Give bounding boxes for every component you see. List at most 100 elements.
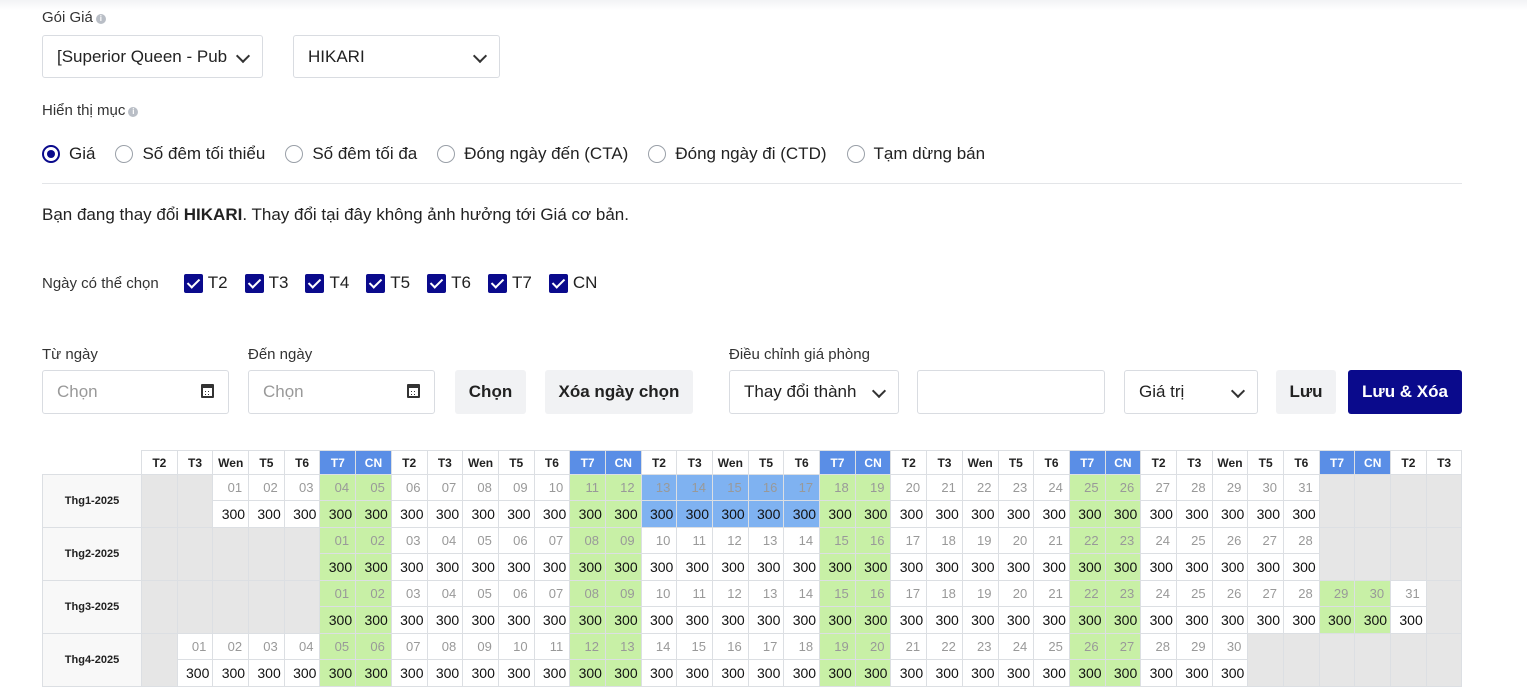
price-cell[interactable]: 300 [747,606,785,634]
day-number-cell[interactable]: 12 [569,633,606,660]
checkbox-checked-icon[interactable] [487,273,507,293]
price-cell[interactable]: 300 [890,553,928,581]
day-number-cell[interactable]: 04 [426,527,464,554]
price-cell[interactable]: 300 [1283,606,1320,634]
price-cell[interactable]: 300 [890,500,928,528]
price-cell[interactable]: 300 [854,553,892,581]
price-cell[interactable]: 300 [961,553,999,581]
day-number-cell[interactable]: 19 [819,633,856,660]
price-cell[interactable]: 300 [248,500,285,528]
price-cell[interactable]: 300 [533,606,571,634]
to-date-input[interactable]: Chọn [248,370,435,414]
day-number-cell[interactable]: 30 [1247,474,1284,501]
day-number-cell[interactable]: 02 [355,580,392,607]
day-number-cell[interactable]: 06 [390,474,428,501]
day-number-cell[interactable]: 31 [1283,474,1320,501]
day-number-cell[interactable]: 30 [1211,633,1249,660]
choose-button[interactable]: Chọn [455,370,526,414]
day-checkbox-item[interactable]: T5 [366,273,410,293]
price-cell[interactable]: 300 [747,553,785,581]
price-cell[interactable]: 300 [712,500,749,528]
price-cell[interactable]: 300 [1283,500,1320,528]
day-number-cell[interactable]: 07 [533,527,571,554]
day-number-cell[interactable]: 28 [1283,580,1320,607]
day-number-cell[interactable]: 17 [747,633,785,660]
day-number-cell[interactable]: 20 [890,474,928,501]
price-cell[interactable]: 300 [426,606,464,634]
price-cell[interactable]: 300 [426,659,464,687]
save-button[interactable]: Lưu [1276,370,1336,414]
price-cell[interactable]: 300 [497,500,535,528]
day-number-cell[interactable]: 26 [1068,633,1106,660]
day-number-cell[interactable]: 08 [462,474,499,501]
day-number-cell[interactable]: 08 [569,580,606,607]
price-cell[interactable]: 300 [533,500,571,528]
day-number-cell[interactable]: 21 [1033,527,1070,554]
day-number-cell[interactable]: 04 [283,633,321,660]
day-number-cell[interactable]: 12 [712,580,749,607]
price-cell[interactable]: 300 [355,500,392,528]
price-cell[interactable]: 300 [640,500,678,528]
value-type-select[interactable]: Giá trị [1124,370,1258,414]
day-number-cell[interactable]: 17 [890,580,928,607]
day-number-cell[interactable]: 24 [1140,580,1177,607]
price-cell[interactable]: 300 [712,606,749,634]
price-cell[interactable]: 300 [712,553,749,581]
price-cell[interactable]: 300 [212,659,250,687]
day-number-cell[interactable]: 27 [1247,527,1284,554]
price-cell[interactable]: 300 [1211,500,1249,528]
day-checkbox-item[interactable]: T4 [305,273,349,293]
price-cell[interactable]: 300 [926,500,963,528]
price-cell[interactable]: 300 [569,606,606,634]
radio-button[interactable] [115,145,134,163]
day-number-cell[interactable]: 10 [533,474,571,501]
day-number-cell[interactable]: 06 [497,580,535,607]
day-number-cell[interactable]: 10 [640,580,678,607]
room-select[interactable]: [Superior Queen - Pub [42,35,263,78]
checkbox-checked-icon[interactable] [183,273,203,293]
day-number-cell[interactable]: 24 [1033,474,1070,501]
price-cell[interactable]: 300 [462,606,499,634]
day-number-cell[interactable]: 20 [997,527,1035,554]
day-number-cell[interactable]: 11 [676,527,713,554]
price-cell[interactable]: 300 [569,553,606,581]
day-number-cell[interactable]: 10 [640,527,678,554]
price-cell[interactable]: 300 [783,606,821,634]
day-number-cell[interactable]: 26 [1104,474,1142,501]
price-cell[interactable]: 300 [783,500,821,528]
price-cell[interactable]: 300 [890,659,928,687]
day-number-cell[interactable]: 24 [1140,527,1177,554]
price-cell[interactable]: 300 [390,500,428,528]
price-cell[interactable]: 300 [212,500,250,528]
price-cell[interactable]: 300 [604,606,642,634]
day-number-cell[interactable]: 03 [390,527,428,554]
day-number-cell[interactable]: 18 [926,527,963,554]
day-number-cell[interactable]: 10 [497,633,535,660]
day-number-cell[interactable]: 05 [319,633,357,660]
day-number-cell[interactable]: 07 [426,474,464,501]
day-number-cell[interactable]: 16 [712,633,749,660]
price-cell[interactable]: 300 [1104,500,1142,528]
day-checkbox-item[interactable]: CN [548,273,597,293]
day-number-cell[interactable]: 15 [676,633,713,660]
day-number-cell[interactable]: 31 [1390,580,1427,607]
day-number-cell[interactable]: 28 [1140,633,1177,660]
price-cell[interactable]: 300 [854,500,892,528]
price-cell[interactable]: 300 [640,606,678,634]
price-cell[interactable]: 300 [1033,659,1070,687]
price-cell[interactable]: 300 [1068,606,1106,634]
day-number-cell[interactable]: 20 [854,633,892,660]
price-cell[interactable]: 300 [1211,606,1249,634]
day-number-cell[interactable]: 03 [283,474,321,501]
day-number-cell[interactable]: 01 [212,474,250,501]
price-cell[interactable]: 300 [1211,659,1249,687]
radio-button[interactable] [285,145,304,163]
price-cell[interactable]: 300 [1104,553,1142,581]
price-cell[interactable]: 300 [283,500,321,528]
day-number-cell[interactable]: 23 [961,633,999,660]
day-number-cell[interactable]: 19 [961,527,999,554]
price-cell[interactable]: 300 [997,553,1035,581]
price-cell[interactable]: 300 [997,659,1035,687]
price-cell[interactable]: 300 [390,553,428,581]
day-number-cell[interactable]: 20 [997,580,1035,607]
